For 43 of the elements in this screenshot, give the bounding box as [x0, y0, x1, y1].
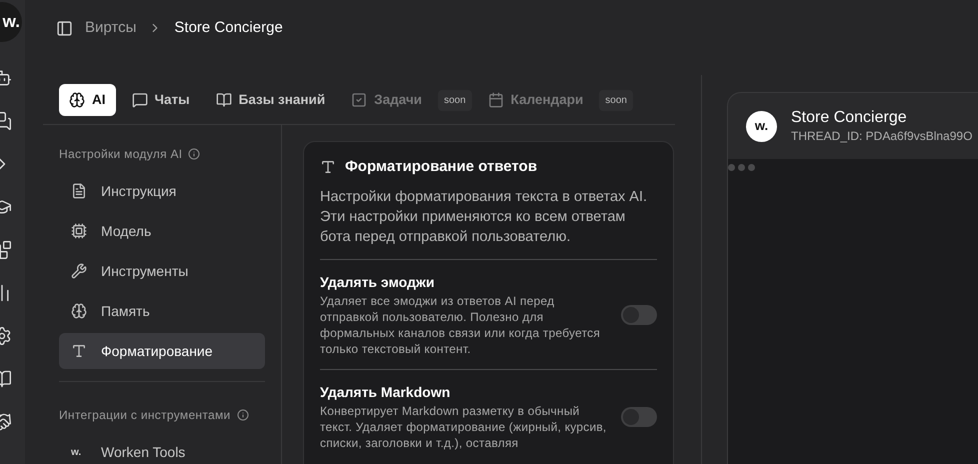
sidebar-toggle-icon[interactable]: [56, 20, 73, 36]
info-icon[interactable]: [236, 409, 249, 421]
chip-icon: [71, 223, 87, 239]
tab[interactable]: AI: [59, 84, 116, 116]
text-icon: [71, 343, 87, 359]
card-description: Настройки форматирования текста в ответах AI. Эти настройки применяются ко всем ответам бота перед отправкой пользователю.: [320, 186, 657, 260]
toggle-switch[interactable]: [621, 304, 657, 324]
logo-icon: w.: [71, 444, 87, 460]
chat-bubble-icon: [132, 92, 148, 108]
setting-description: Удаляет все эмоджи из ответов AI перед отправкой пользователю. Полезно для формальных каналов связи или когда требуется только текстовый контент.: [320, 292, 602, 356]
card-title: Форматирование ответов: [345, 157, 538, 177]
wrench-icon: [71, 263, 87, 279]
breadcrumb-link[interactable]: Виртсы: [85, 16, 136, 40]
document-icon: [71, 183, 87, 199]
setting-title: Удалять эмоджи: [320, 272, 436, 290]
breadcrumb-current: Store Concierge: [174, 18, 283, 38]
toggle-switch[interactable]: [621, 406, 657, 426]
chat-title: Store Concierge: [791, 108, 908, 128]
tab[interactable]: Базы знаний: [206, 84, 336, 116]
brain-icon: [69, 92, 85, 108]
nav-item[interactable]: Модель: [59, 213, 265, 249]
nav-item[interactable]: Инструменты: [59, 253, 265, 289]
logo[interactable]: w.: [0, 2, 22, 42]
soon-badge: soon: [438, 90, 472, 110]
checkbox-icon: [351, 92, 368, 108]
nav-item[interactable]: Инструкция: [59, 173, 265, 209]
soon-badge: soon: [599, 90, 633, 110]
nav-item[interactable]: Память: [59, 293, 265, 329]
nav-item[interactable]: w. Worken Tools: [59, 434, 265, 464]
tab[interactable]: Чаты: [122, 84, 200, 116]
avatar: w.: [746, 110, 777, 142]
calendar-icon: [488, 92, 504, 108]
section-heading: Интеграции с инструментами: [59, 407, 231, 424]
setting-title: Удалять Markdown: [320, 382, 452, 400]
nav-item[interactable]: Форматирование: [59, 333, 265, 369]
brain-icon: [71, 303, 87, 319]
section-heading: Настройки модуля AI: [59, 146, 182, 163]
typing-indicator-icon: [728, 164, 755, 171]
text-icon: [320, 159, 336, 176]
info-icon[interactable]: [188, 148, 200, 160]
thread-id: THREAD_ID: PDAa6f9vsBlna99O: [791, 128, 972, 144]
setting-description: Конвертирует Markdown разметку в обычный текст. Удаляет форматирование (жирный, курсив, списки, заголовки и т.д.), оставляя: [320, 402, 608, 450]
book-icon: [216, 92, 232, 108]
